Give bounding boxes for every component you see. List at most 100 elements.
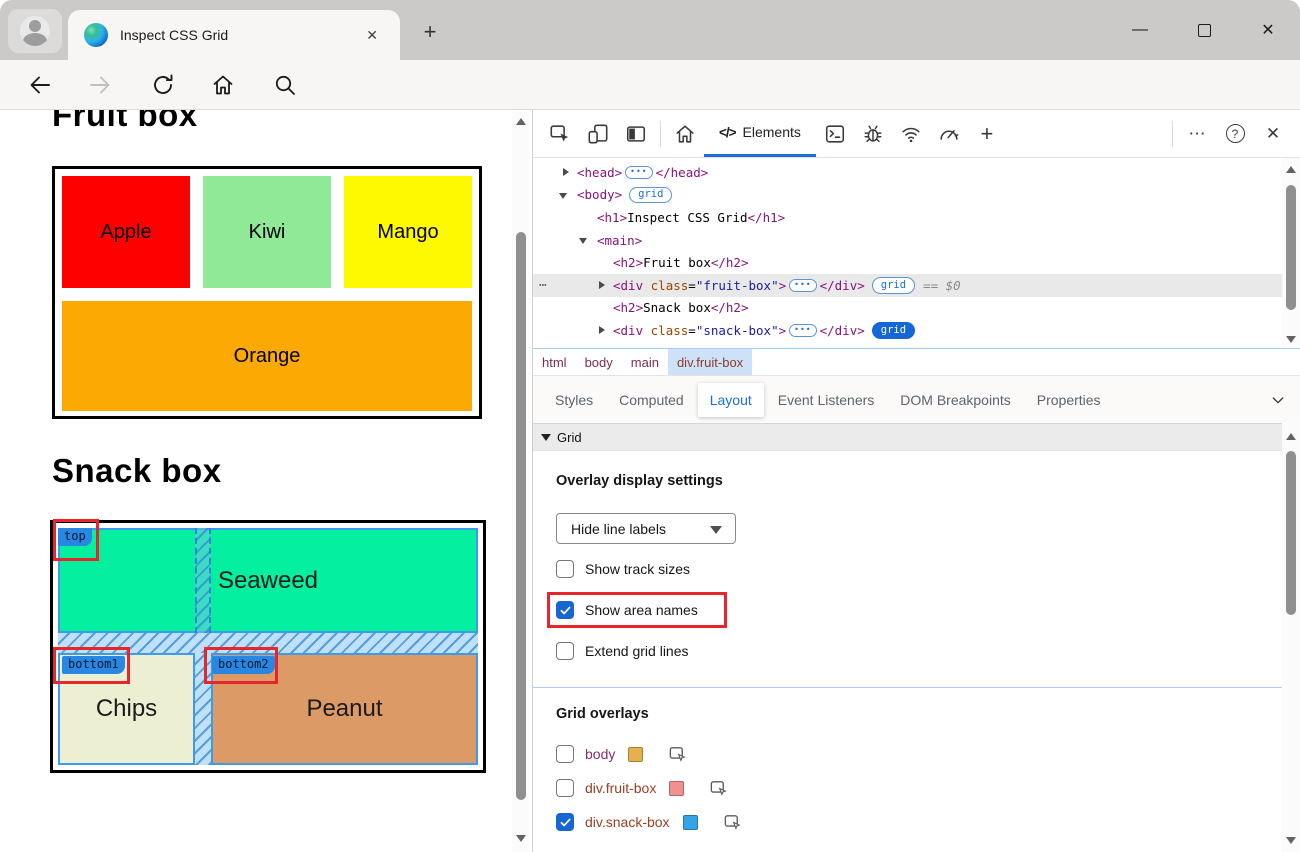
- overlay-row-body[interactable]: body: [556, 742, 687, 766]
- checkbox-label[interactable]: Show track sizes: [585, 561, 690, 577]
- overlay-body-checkbox[interactable]: [556, 745, 574, 763]
- extend-grid-lines-row[interactable]: Extend grid lines: [556, 640, 689, 662]
- tab-elements[interactable]: </> Elements: [704, 110, 816, 157]
- show-track-sizes-checkbox[interactable]: [556, 560, 574, 578]
- home-button[interactable]: [210, 72, 236, 98]
- breadcrumb-main[interactable]: main: [622, 349, 668, 375]
- extend-grid-lines-checkbox[interactable]: [556, 642, 574, 660]
- performance-gauge-button[interactable]: [930, 110, 968, 157]
- fruit-cell-orange: Orange: [62, 301, 472, 411]
- tab-computed[interactable]: Computed: [607, 383, 696, 417]
- grid-badge[interactable]: grid: [629, 186, 673, 204]
- page-scrollbar[interactable]: [512, 110, 530, 852]
- grid-section-header[interactable]: Grid: [533, 423, 1282, 451]
- reveal-element-icon[interactable]: [668, 745, 687, 764]
- tab-close-icon[interactable]: ✕: [360, 25, 384, 46]
- console-button[interactable]: [816, 110, 854, 157]
- tag-token: <head>: [577, 164, 623, 180]
- tag-token: </h2>: [710, 255, 749, 271]
- overlay-row-snack-box[interactable]: div.snack-box: [556, 810, 742, 834]
- tree-row-h1[interactable]: <h1> Inspect CSS Grid </h1>: [533, 206, 1300, 229]
- tab-properties[interactable]: Properties: [1025, 383, 1113, 417]
- collapse-arrow-icon[interactable]: [579, 237, 587, 244]
- overlay-fruit-box-checkbox[interactable]: [556, 779, 574, 797]
- tree-row-head[interactable]: <head> ••• </head>: [533, 161, 1300, 184]
- tab-dom-breakpoints[interactable]: DOM Breakpoints: [888, 383, 1022, 417]
- scroll-up-icon[interactable]: [1286, 433, 1296, 440]
- reveal-element-icon[interactable]: [709, 779, 728, 798]
- toolbar-separator: [1172, 120, 1173, 147]
- tag-token: >: [778, 277, 787, 293]
- grid-badge[interactable]: grid: [871, 277, 916, 294]
- expand-arrow-icon[interactable]: [599, 281, 605, 290]
- scroll-down-icon[interactable]: [516, 835, 526, 842]
- devtools-close-button[interactable]: ✕: [1254, 110, 1292, 157]
- close-window-button[interactable]: ✕: [1236, 0, 1300, 60]
- expand-arrow-icon[interactable]: [599, 326, 605, 335]
- tab-styles[interactable]: Styles: [543, 383, 605, 417]
- breadcrumb-fruit-box[interactable]: div.fruit-box: [667, 349, 753, 375]
- tree-row-main[interactable]: <main>: [533, 229, 1300, 252]
- tree-row-body[interactable]: <body> grid: [533, 184, 1300, 207]
- profile-button[interactable]: [8, 9, 62, 53]
- tree-row-h2-snack[interactable]: <h2> Snack box </h2>: [533, 297, 1300, 320]
- tag-token: </div>: [819, 322, 865, 338]
- tab-event-listeners[interactable]: Event Listeners: [766, 383, 887, 417]
- tree-scrollbar-thumb[interactable]: [1286, 185, 1296, 310]
- layout-pane-scrollbar[interactable]: [1282, 423, 1300, 852]
- browser-tab[interactable]: Inspect CSS Grid ✕: [68, 10, 400, 60]
- tag-token: <main>: [597, 232, 643, 248]
- expand-arrow-icon[interactable]: [563, 168, 569, 177]
- tag-token: </head>: [655, 164, 709, 180]
- device-emulation-button[interactable]: [579, 110, 617, 157]
- tag-token: <div: [613, 322, 644, 338]
- refresh-button[interactable]: [150, 72, 176, 98]
- inline-expand-icon[interactable]: •••: [625, 165, 653, 179]
- sidebar-tabs: Styles Computed Layout Event Listeners D…: [533, 376, 1300, 423]
- breadcrumb-html[interactable]: html: [533, 349, 576, 375]
- overlay-row-fruit-box[interactable]: div.fruit-box: [556, 776, 728, 800]
- scroll-up-icon[interactable]: [516, 118, 526, 125]
- page-scrollbar-thumb[interactable]: [516, 232, 526, 800]
- tree-row-fruit-box-selected[interactable]: ⋯ <div class = "fruit-box" > ••• </div> gri…: [533, 273, 1300, 297]
- inspect-element-button[interactable]: [541, 110, 579, 157]
- breadcrumb-body[interactable]: body: [576, 349, 622, 375]
- grid-badge-active[interactable]: grid: [871, 322, 916, 339]
- network-wifi-button[interactable]: [892, 110, 930, 157]
- minimize-button[interactable]: —: [1108, 0, 1172, 60]
- scroll-down-icon[interactable]: [1286, 336, 1296, 343]
- overlay-label[interactable]: div.fruit-box: [585, 780, 656, 796]
- collapse-arrow-icon[interactable]: [559, 192, 567, 199]
- inline-expand-icon[interactable]: •••: [789, 278, 817, 292]
- back-button[interactable]: [27, 72, 53, 98]
- scroll-down-icon[interactable]: [1286, 837, 1296, 844]
- scroll-up-icon[interactable]: [1286, 166, 1296, 173]
- tree-row-snack-box[interactable]: <div class = "snack-box" > ••• </div> grid: [533, 319, 1300, 342]
- tree-row-h2-fruit[interactable]: <h2> Fruit box </h2>: [533, 251, 1300, 274]
- forward-button[interactable]: [87, 72, 113, 98]
- dock-side-button[interactable]: [617, 110, 655, 157]
- annotation-rect-bottom2: [204, 647, 278, 684]
- search-icon[interactable]: [272, 72, 298, 98]
- add-tools-button[interactable]: +: [968, 110, 1006, 157]
- inline-expand-icon[interactable]: •••: [789, 323, 817, 337]
- debugger-bug-button[interactable]: [854, 110, 892, 157]
- new-tab-button[interactable]: +: [416, 18, 444, 46]
- tree-scrollbar[interactable]: [1282, 158, 1300, 348]
- maximize-button[interactable]: [1172, 0, 1236, 60]
- devtools-home-button[interactable]: [666, 110, 704, 157]
- reveal-element-icon[interactable]: [723, 813, 742, 832]
- overlay-snack-box-checkbox[interactable]: [556, 813, 574, 831]
- layout-scrollbar-thumb[interactable]: [1286, 451, 1296, 615]
- dropdown-value: Hide line labels: [571, 520, 666, 537]
- devtools-more-button[interactable]: ⋯: [1178, 110, 1216, 157]
- overlay-label[interactable]: body: [585, 746, 615, 762]
- chevron-down-icon[interactable]: [1270, 392, 1286, 411]
- checkbox-label[interactable]: Extend grid lines: [585, 643, 689, 659]
- overlay-label[interactable]: div.snack-box: [585, 814, 670, 830]
- line-labels-dropdown[interactable]: Hide line labels: [556, 513, 736, 544]
- show-track-sizes-row[interactable]: Show track sizes: [556, 558, 690, 580]
- tab-layout[interactable]: Layout: [697, 382, 764, 417]
- row-menu-icon[interactable]: ⋯: [539, 278, 548, 293]
- devtools-help-button[interactable]: ?: [1216, 110, 1254, 157]
